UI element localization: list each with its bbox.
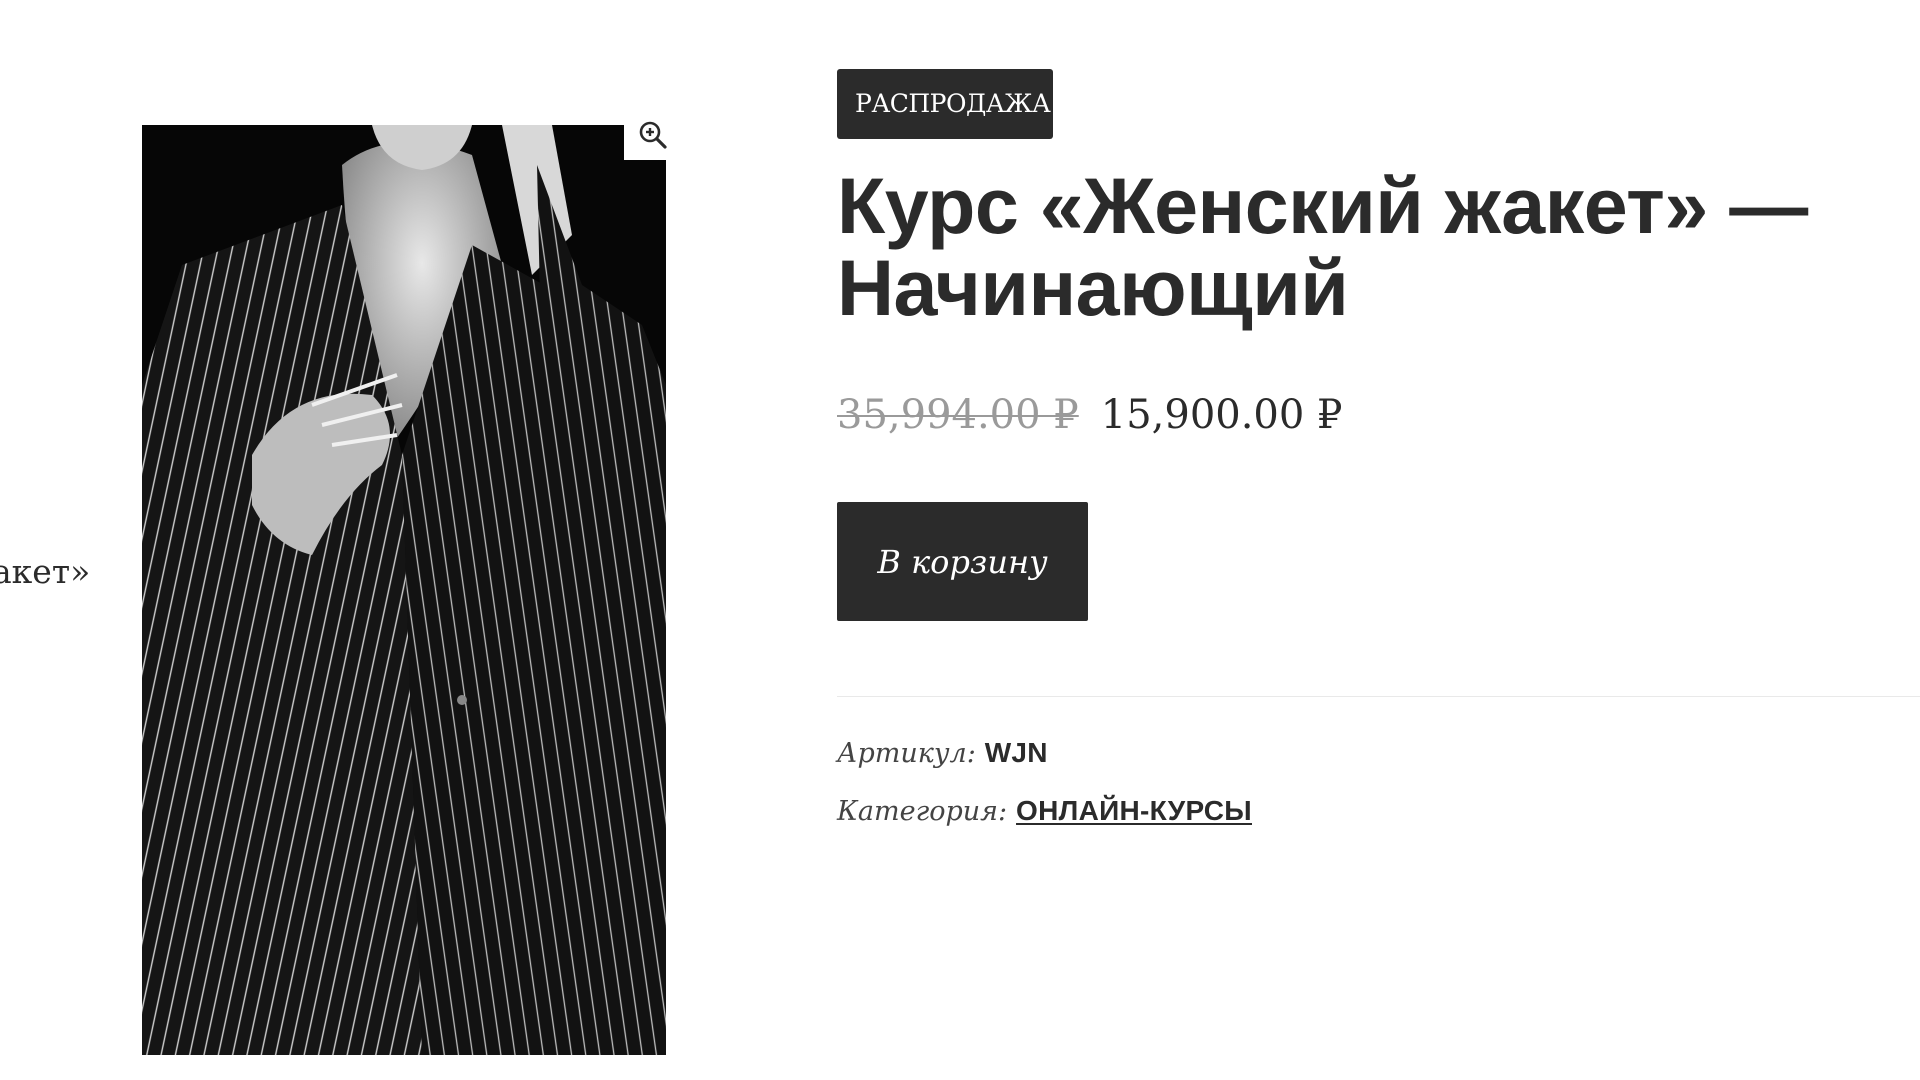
divider (837, 696, 1920, 697)
category-row: Категория: ОНЛАЙН-КУРСЫ (837, 794, 1252, 827)
sku-label: Артикул: (837, 738, 976, 769)
price: 35,994.00 ₽ 15,900.00 ₽ (837, 392, 1343, 438)
product-image[interactable] (142, 125, 666, 1055)
category-label: Категория: (837, 796, 1008, 827)
sale-badge: РАСПРОДАЖА! (837, 69, 1060, 139)
old-price: 35,994.00 ₽ (837, 392, 1079, 438)
zoom-in-icon (639, 121, 667, 149)
add-to-cart-button[interactable]: В корзину (837, 502, 1088, 621)
product-title: Курс «Женский жакет» — Начинающий (837, 161, 1808, 332)
sku-row: Артикул: WJN (837, 736, 1048, 769)
breadcrumb-fragment: акет» (0, 552, 91, 591)
product-photo (142, 125, 666, 1055)
sale-price: 15,900.00 ₽ (1100, 392, 1343, 438)
zoom-button[interactable] (624, 110, 682, 160)
category-link[interactable]: ОНЛАЙН-КУРСЫ (1016, 795, 1252, 826)
sku-value: WJN (984, 737, 1048, 768)
